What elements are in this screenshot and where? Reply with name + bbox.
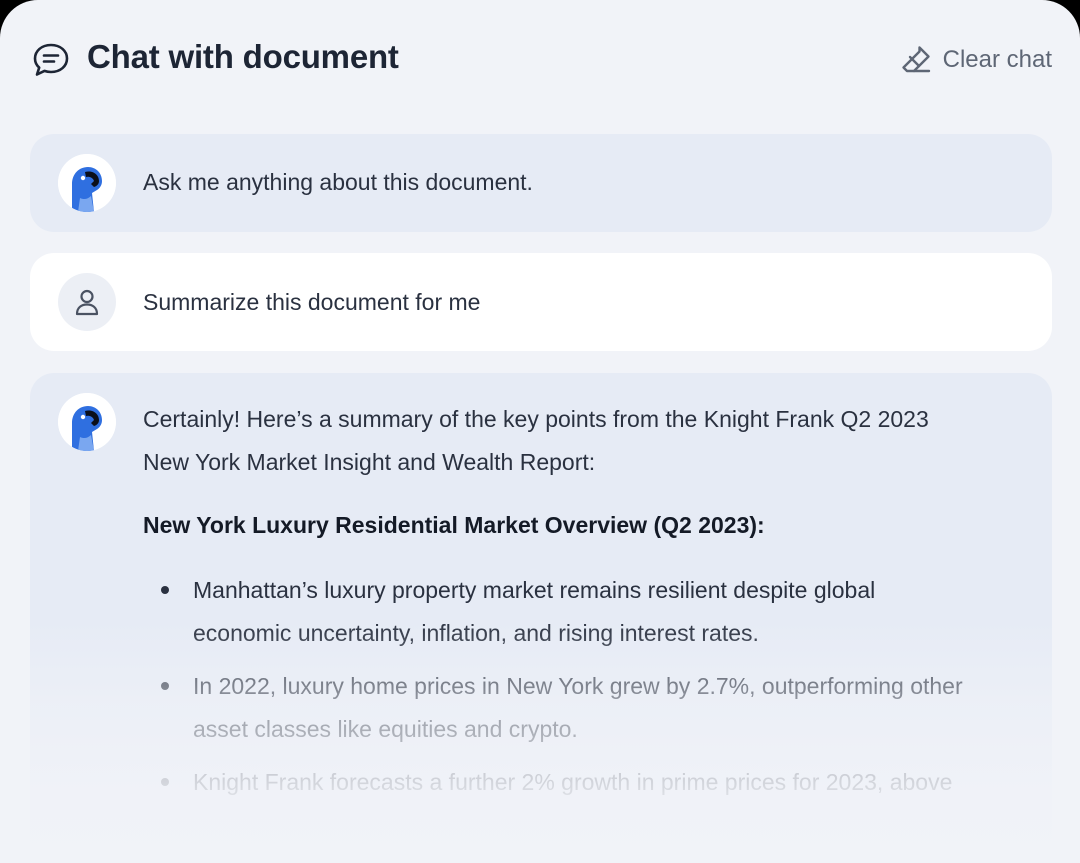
message-text: Summarize this document for me — [143, 289, 481, 315]
bot-avatar — [58, 154, 116, 212]
list-item: Knight Frank forecasts a further 2% grow… — [143, 761, 1033, 804]
user-icon — [75, 289, 99, 316]
page-title: Chat with document — [87, 38, 399, 75]
chat-bubble-icon — [33, 43, 69, 76]
chat-panel: Chat with document Clear chat Ask me any… — [0, 0, 1080, 863]
chat-header: Chat with document Clear chat — [0, 0, 1080, 120]
bot-message: Certainly! Here’s a summary of the key p… — [30, 373, 1052, 863]
list-item-line: asset classes like equities and crypto. — [193, 716, 578, 742]
list-item-line: Manhattan’s luxury property market remai… — [193, 577, 876, 603]
list-item-line: Knight Frank forecasts a further 2% grow… — [193, 769, 953, 795]
clear-chat-button[interactable]: Clear chat — [899, 40, 1052, 80]
bot-message: Ask me anything about this document. — [30, 134, 1052, 232]
intro-line: New York Market Insight and Wealth Repor… — [143, 449, 596, 475]
list-item-line: In 2022, luxury home prices in New York … — [193, 673, 963, 699]
list-item: Manhattan’s luxury property market remai… — [143, 569, 1033, 655]
user-avatar — [58, 273, 116, 331]
message-body: Certainly! Here’s a summary of the key p… — [143, 398, 1033, 814]
user-message: Summarize this document for me — [30, 253, 1052, 351]
message-intro: Certainly! Here’s a summary of the key p… — [143, 398, 1033, 484]
parrot-avatar-icon — [58, 393, 116, 451]
list-item-line: economic uncertainty, inflation, and ris… — [193, 620, 759, 646]
message-text: Ask me anything about this document. — [143, 169, 533, 195]
section-heading: New York Luxury Residential Market Overv… — [143, 512, 765, 538]
bullet-list: Manhattan’s luxury property market remai… — [143, 569, 1033, 804]
eraser-icon — [901, 46, 930, 73]
list-item: In 2022, luxury home prices in New York … — [143, 665, 1033, 751]
intro-line: Certainly! Here’s a summary of the key p… — [143, 406, 929, 432]
bot-avatar — [58, 393, 116, 451]
clear-chat-label: Clear chat — [942, 46, 1052, 73]
parrot-avatar-icon — [58, 154, 116, 212]
